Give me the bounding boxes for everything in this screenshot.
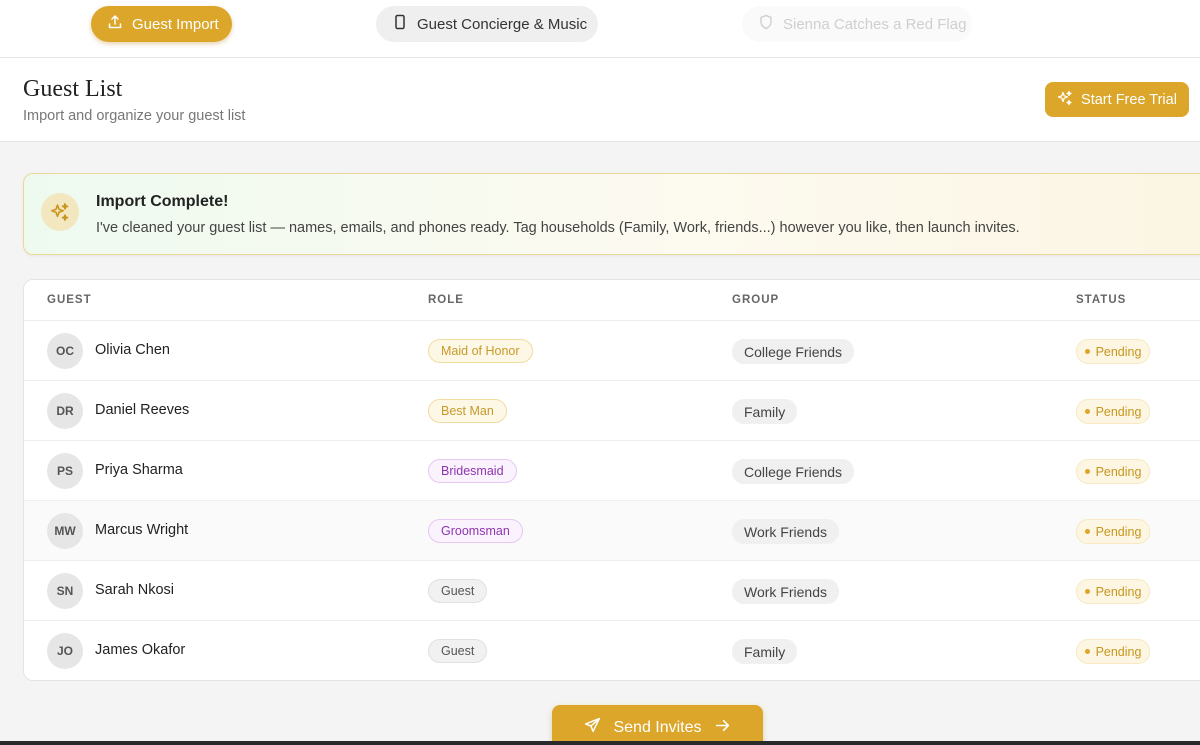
- guest-name: Marcus Wright: [95, 522, 189, 538]
- status-badge: Pending: [1076, 399, 1150, 424]
- column-header-status: STATUS: [1076, 294, 1127, 306]
- status-badge: Pending: [1076, 519, 1150, 544]
- guest-name: James Okafor: [95, 642, 186, 658]
- import-complete-banner: Import Complete! I've cleaned your guest…: [23, 173, 1200, 255]
- group-tag[interactable]: Family: [732, 399, 798, 424]
- page-header: Guest List Import and organize your gues…: [0, 58, 1200, 142]
- status-label: Pending: [1095, 404, 1142, 419]
- status-label: Pending: [1095, 524, 1142, 539]
- status-label: Pending: [1095, 344, 1142, 359]
- role-badge: Guest: [428, 579, 488, 603]
- table-header: GUEST ROLE GROUP STATUS: [24, 280, 1200, 321]
- avatar: SN: [47, 573, 83, 609]
- status-badge: Pending: [1076, 639, 1150, 664]
- status-label: Pending: [1095, 584, 1142, 599]
- table-row[interactable]: MW Marcus Wright Groomsman Work Friends …: [24, 501, 1200, 561]
- avatar: JO: [47, 633, 83, 669]
- group-tag[interactable]: College Friends: [732, 459, 855, 484]
- group-tag[interactable]: Work Friends: [732, 579, 839, 604]
- column-header-role: ROLE: [428, 294, 464, 306]
- guest-table: GUEST ROLE GROUP STATUS OC Olivia Chen M…: [23, 279, 1200, 681]
- tab-guest-import[interactable]: Guest Import: [91, 6, 232, 42]
- status-badge: Pending: [1076, 339, 1150, 364]
- sparkles-icon: [41, 193, 79, 231]
- tab-label: Guest Concierge & Music: [417, 15, 588, 33]
- status-dot-icon: [1084, 649, 1090, 654]
- sparkles-icon: [1057, 90, 1073, 110]
- status-label: Pending: [1095, 464, 1142, 479]
- upload-icon: [107, 14, 123, 34]
- role-badge: Groomsman: [428, 519, 523, 543]
- top-tab-bar: Guest Import Guest Concierge & Music Sie…: [0, 0, 1200, 58]
- status-dot-icon: [1084, 409, 1090, 414]
- start-free-trial-label: Start Free Trial: [1081, 91, 1177, 108]
- column-header-group: GROUP: [732, 294, 780, 306]
- tab-label: Guest Import: [132, 15, 219, 33]
- avatar: OC: [47, 333, 83, 369]
- status-dot-icon: [1084, 349, 1090, 354]
- send-invites-label: Send Invites: [613, 719, 702, 736]
- column-header-guest: GUEST: [47, 294, 92, 306]
- phone-icon: [392, 14, 408, 34]
- tab-sienna-red-flag: Sienna Catches a Red Flag: [742, 6, 972, 42]
- status-dot-icon: [1084, 469, 1090, 474]
- table-row[interactable]: OC Olivia Chen Maid of Honor College Fri…: [24, 321, 1200, 381]
- group-tag[interactable]: Work Friends: [732, 519, 839, 544]
- guest-name: Daniel Reeves: [95, 402, 190, 418]
- status-dot-icon: [1084, 589, 1090, 594]
- role-badge: Best Man: [428, 399, 507, 423]
- tab-guest-concierge-music[interactable]: Guest Concierge & Music: [376, 6, 598, 42]
- status-badge: Pending: [1076, 459, 1150, 484]
- group-tag[interactable]: Family: [732, 639, 798, 664]
- guest-name: Olivia Chen: [95, 342, 170, 358]
- banner-title: Import Complete!: [96, 193, 229, 210]
- avatar: PS: [47, 453, 83, 489]
- shield-icon: [758, 14, 774, 34]
- group-tag[interactable]: College Friends: [732, 339, 855, 364]
- arrow-right-icon: [714, 717, 731, 739]
- page-title: Guest List: [23, 76, 123, 102]
- start-free-trial-button[interactable]: Start Free Trial: [1045, 82, 1189, 117]
- table-row[interactable]: SN Sarah Nkosi Guest Work Friends Pendin…: [24, 561, 1200, 621]
- avatar: MW: [47, 513, 83, 549]
- table-row[interactable]: JO James Okafor Guest Family Pending: [24, 621, 1200, 680]
- table-row[interactable]: PS Priya Sharma Bridesmaid College Frien…: [24, 441, 1200, 501]
- status-dot-icon: [1084, 529, 1090, 534]
- send-invites-button[interactable]: Send Invites: [552, 705, 763, 745]
- role-badge: Guest: [428, 639, 488, 663]
- table-row[interactable]: DR Daniel Reeves Best Man Family Pending: [24, 381, 1200, 441]
- role-badge: Maid of Honor: [428, 339, 533, 363]
- send-icon: [584, 717, 601, 739]
- window-bottom-edge: [0, 741, 1200, 745]
- tab-label: Sienna Catches a Red Flag: [783, 15, 967, 33]
- guest-name: Sarah Nkosi: [95, 582, 174, 598]
- guest-name: Priya Sharma: [95, 462, 183, 478]
- role-badge: Bridesmaid: [428, 459, 517, 483]
- status-label: Pending: [1095, 644, 1142, 659]
- status-badge: Pending: [1076, 579, 1150, 604]
- avatar: DR: [47, 393, 83, 429]
- banner-text: I've cleaned your guest list — names, em…: [96, 220, 1020, 236]
- page-subtitle: Import and organize your guest list: [23, 108, 246, 124]
